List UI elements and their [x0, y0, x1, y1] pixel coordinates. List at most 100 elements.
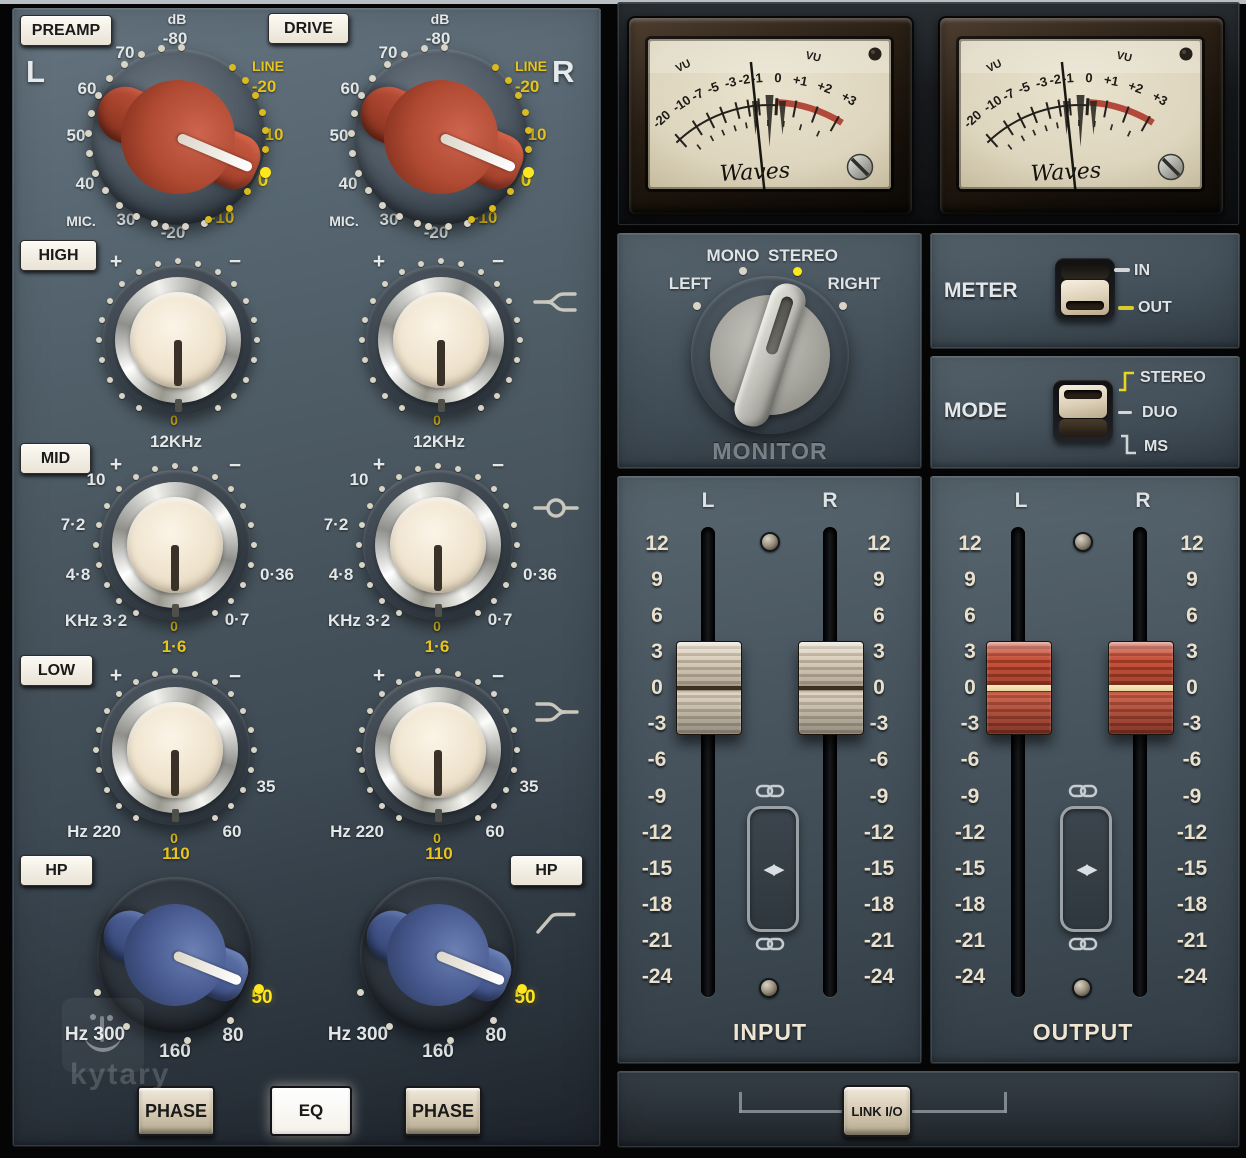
tick-dot [88, 110, 95, 117]
tick-dot [96, 727, 102, 733]
output-trim-balance-control[interactable]: ◀▶ [1060, 806, 1112, 932]
tick-dot [158, 45, 165, 52]
scale-label: − [486, 250, 510, 273]
output-fader-track-right[interactable] [1133, 527, 1147, 997]
meter-in-out-switch[interactable] [1055, 258, 1115, 320]
tick-dot [348, 130, 355, 137]
monitor-option-stereo-selected[interactable]: STEREO [768, 246, 838, 266]
meter-in-tick [1114, 268, 1130, 272]
scale-label: MIC. [323, 214, 365, 229]
link-chain-icon[interactable] [1068, 783, 1098, 799]
scale-label: 7·2 [56, 516, 90, 535]
link-chain-icon[interactable] [755, 783, 785, 799]
tick-dot [215, 269, 221, 275]
low-gain-knob-right[interactable] [363, 675, 513, 825]
output-fader-cap-right[interactable] [1108, 641, 1174, 735]
tick-dot [262, 146, 269, 153]
tick-dot [396, 679, 402, 685]
high-section-button[interactable]: HIGH [20, 240, 97, 271]
mid-gain-knob-left[interactable] [100, 470, 250, 620]
tick-dot [133, 815, 139, 821]
channel-left-letter: L [26, 54, 45, 90]
input-fader-track-left[interactable] [701, 527, 715, 997]
vu-meter-face-left: -20-10-7-5-3-2-10+1+2+3VUVUWaves [648, 39, 891, 189]
preamp-gain-knob-left[interactable] [90, 49, 266, 225]
tick-dot [367, 708, 373, 714]
mid-section-button[interactable]: MID [20, 443, 91, 474]
fader-scale-value: 6 [856, 605, 902, 627]
meter-option-in[interactable]: IN [1134, 262, 1150, 280]
high-label: HIGH [39, 247, 79, 265]
tick-dot [175, 258, 181, 264]
eq-bypass-button[interactable]: EQ [270, 1086, 352, 1136]
mid-gain-knob-right[interactable] [363, 470, 513, 620]
scale-label: 0·36 [255, 566, 299, 585]
mode-option-duo[interactable]: DUO [1142, 404, 1178, 422]
tick-dot [511, 727, 517, 733]
link-io-button[interactable]: LINK I/O [842, 1085, 912, 1137]
scale-label: − [223, 454, 247, 477]
mode-option-ms[interactable]: MS [1144, 438, 1168, 456]
low-section-button[interactable]: LOW [20, 655, 93, 686]
high-gain-knob-left[interactable] [103, 265, 253, 415]
highpass-slope-icon [533, 906, 579, 938]
input-trim-balance-control[interactable]: ◀▶ [747, 806, 799, 932]
input-fader-track-right[interactable] [823, 527, 837, 997]
tick-dot [494, 281, 500, 287]
tick-dot [93, 747, 99, 753]
scale-label: 60 [216, 823, 248, 842]
tick-dot [506, 298, 512, 304]
tick-dot [228, 598, 234, 604]
drive-button[interactable]: DRIVE [268, 13, 349, 44]
hp-section-button-left[interactable]: HP [20, 855, 93, 886]
monitor-option-mono[interactable]: MONO [703, 246, 763, 266]
preamp-section-button[interactable]: PREAMP [20, 15, 112, 46]
meter-option-out-selected[interactable]: OUT [1138, 299, 1172, 317]
mode-switch[interactable] [1053, 380, 1113, 442]
tick-dot [240, 503, 246, 509]
fader-scale-value: -6 [856, 749, 902, 771]
mode-option-stereo-selected[interactable]: STEREO [1140, 369, 1206, 387]
scale-label-selected: 110 [417, 845, 461, 864]
phase-button-right[interactable]: PHASE [404, 1086, 482, 1136]
tick-dot [379, 598, 385, 604]
monitor-knob[interactable] [691, 276, 849, 434]
tick-dot [435, 668, 441, 674]
tick-dot [155, 261, 161, 267]
tick-dot [244, 188, 251, 195]
watermark-eye [107, 1015, 113, 1021]
tick-dot [251, 542, 257, 548]
link-chain-icon[interactable] [1068, 936, 1098, 952]
phase-button-left[interactable]: PHASE [137, 1086, 215, 1136]
watermark-text: kytary [70, 1058, 170, 1092]
tick-dot [104, 708, 110, 714]
monitor-option-right[interactable]: RIGHT [822, 274, 886, 294]
output-fader-track-left[interactable] [1011, 527, 1025, 997]
tick-dot [228, 803, 234, 809]
tick-dot [441, 44, 448, 51]
tick-dot [399, 269, 405, 275]
output-right-label: R [1129, 489, 1157, 513]
fader-scale-value: 6 [947, 605, 993, 627]
tick-dot [418, 261, 424, 267]
hp-section-button-right[interactable]: HP [510, 855, 583, 886]
tick-dot [478, 269, 484, 275]
input-fader-cap-right[interactable] [798, 641, 864, 735]
mode-ms-bracket-icon [1118, 432, 1138, 458]
scale-label: 35 [513, 778, 545, 797]
hp-freq-knob-right[interactable] [360, 877, 516, 1033]
input-fader-cap-left[interactable] [676, 641, 742, 735]
output-fader-cap-left[interactable] [986, 641, 1052, 735]
link-chain-icon[interactable] [755, 936, 785, 952]
low-gain-knob-left[interactable] [100, 675, 250, 825]
monitor-option-left[interactable]: LEFT [658, 274, 722, 294]
tick-dot [212, 610, 218, 616]
waves-brand-text: Waves [719, 158, 791, 187]
low-label: LOW [38, 662, 75, 680]
tick-dot [152, 671, 158, 677]
vu-meter-right: -20-10-7-5-3-2-10+1+2+3VUVUWaves [938, 16, 1225, 216]
high-gain-knob-right[interactable] [366, 265, 516, 415]
mode-duo-tick [1118, 411, 1132, 414]
preamp-gain-knob-right[interactable] [353, 49, 529, 225]
tick-dot [514, 317, 520, 323]
